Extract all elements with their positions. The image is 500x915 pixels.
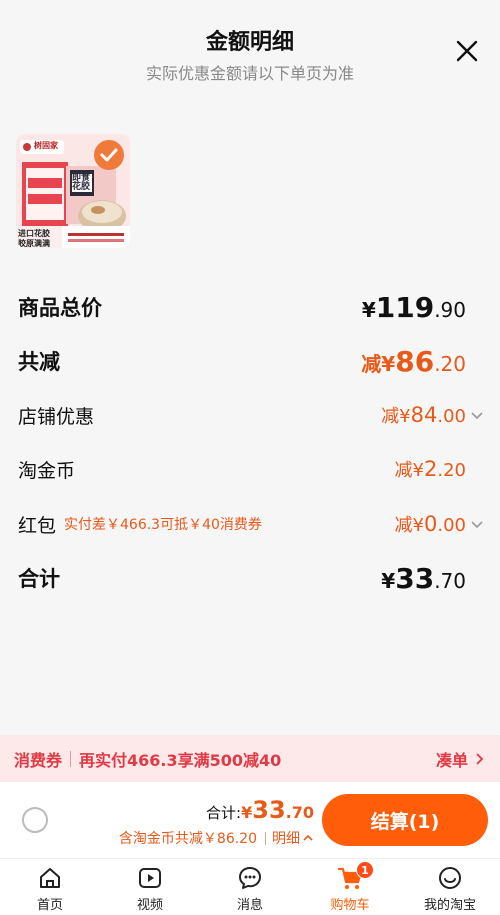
checkout-total-symbol: ¥ xyxy=(241,803,253,822)
detail-divider xyxy=(265,831,266,845)
red-packet-dec: .00 xyxy=(437,515,466,536)
red-packet-label-wrap: 红包 实付差￥466.3可抵￥40消费券 xyxy=(18,511,262,538)
tab-home[interactable]: 首页 xyxy=(0,859,100,915)
selected-check[interactable] xyxy=(94,140,124,170)
tab-cart-label: 购物车 xyxy=(330,898,370,913)
amount-detail-sheet: 金额明细 实际优惠金额请以下单页为准 树固家 即食花胶 进口花胶 胶原满满 商品… xyxy=(0,0,500,735)
add-items-link[interactable]: 凑单 xyxy=(436,747,486,771)
chevron-right-icon xyxy=(476,752,484,765)
checkout-bar: 合计: ¥ 33 .70 含淘金币共减￥86.20 明细 结算(1) xyxy=(0,782,500,858)
store-discount-dec: .00 xyxy=(437,406,466,427)
detail-toggle[interactable]: 明细 xyxy=(265,828,314,848)
total-label: 合计 xyxy=(18,567,60,591)
chevron-down-icon[interactable] xyxy=(470,408,484,422)
total-dec: .70 xyxy=(434,568,466,593)
total-reduce-amount: 减¥ 86 .20 xyxy=(361,345,466,378)
home-icon xyxy=(40,868,60,888)
total-reduce-prefix: 减¥ xyxy=(361,351,396,376)
total-reduce-label: 共减 xyxy=(18,350,60,374)
total-reduce-dec: .20 xyxy=(434,351,466,376)
sheet-subtitle: 实际优惠金额请以下单页为准 xyxy=(145,64,354,83)
product-thumbnail[interactable]: 树固家 即食花胶 进口花胶 胶原满满 xyxy=(16,134,130,248)
total-symbol: ¥ xyxy=(381,568,396,593)
promo-text: 再实付466.3享满500减40 xyxy=(79,750,282,770)
savings-text: 含淘金币共减￥86.20 xyxy=(118,831,257,847)
profile-icon xyxy=(439,867,461,889)
promo-tag: 消费券 xyxy=(14,750,63,770)
row-tao-coin: 淘金币 减¥ 2 .20 xyxy=(18,452,484,486)
total-amount: ¥ 33 .70 xyxy=(381,562,466,595)
tab-cart[interactable]: 1 购物车 xyxy=(300,859,400,915)
store-discount-amount: 减¥ 84 .00 xyxy=(381,402,484,428)
tao-coin-prefix: 减¥ xyxy=(394,460,424,481)
red-packet-note: 实付差￥466.3可抵￥40消费券 xyxy=(64,517,262,533)
tao-coin-int: 2 xyxy=(423,457,438,481)
store-discount-prefix: 减¥ xyxy=(381,406,411,427)
product-badge-line2: 胶原满满 xyxy=(18,239,50,248)
select-all-radio[interactable] xyxy=(22,807,48,833)
product-brand: 树固家 xyxy=(34,141,58,150)
tab-messages-label: 消息 xyxy=(236,898,263,913)
tab-video-label: 视频 xyxy=(136,898,163,913)
check-icon xyxy=(100,148,118,162)
close-icon xyxy=(456,40,478,62)
promo-divider xyxy=(70,750,72,767)
row-total: 合计 ¥ 33 .70 xyxy=(18,561,484,595)
tab-video[interactable]: 视频 xyxy=(100,859,200,915)
sheet-title: 金额明细 xyxy=(205,30,294,55)
tab-home-label: 首页 xyxy=(36,898,63,913)
message-icon xyxy=(239,867,261,889)
subtotal-label: 商品总价 xyxy=(18,296,102,320)
tao-coin-amount: 减¥ 2 .20 xyxy=(395,456,466,482)
checkout-total: 合计: ¥ 33 .70 xyxy=(206,796,314,824)
tao-coin-label: 淘金币 xyxy=(18,459,76,482)
add-items-label: 凑单 xyxy=(435,750,468,770)
checkout-total-label: 合计: xyxy=(206,804,242,822)
subtotal-symbol: ¥ xyxy=(361,297,376,322)
total-int: 33 xyxy=(395,561,435,595)
total-reduce-int: 86 xyxy=(395,344,435,378)
row-total-reduce: 共减 减¥ 86 .20 xyxy=(18,344,484,378)
row-subtotal: 商品总价 ¥ 119 .90 xyxy=(18,290,484,324)
red-packet-label: 红包 xyxy=(18,514,57,537)
subtotal-int: 119 xyxy=(375,290,435,324)
tao-coin-dec: .20 xyxy=(437,460,466,481)
close-button[interactable] xyxy=(454,38,480,64)
product-name-tag: 即食花胶 xyxy=(72,173,91,192)
bottom-tab-bar: 首页 视频 消息 1 购物车 我的淘宝 xyxy=(0,858,500,915)
row-red-packet[interactable]: 红包 实付差￥466.3可抵￥40消费券 减¥ 0 .00 xyxy=(18,507,484,541)
chevron-up-icon xyxy=(303,834,313,841)
tab-profile[interactable]: 我的淘宝 xyxy=(400,859,500,915)
subtotal-dec: .90 xyxy=(434,297,466,322)
red-packet-amount: 减¥ 0 .00 xyxy=(395,511,484,537)
subtotal-amount: ¥ 119 .90 xyxy=(362,291,466,324)
tab-messages[interactable]: 消息 xyxy=(200,859,300,915)
red-packet-prefix: 减¥ xyxy=(394,515,424,536)
checkout-total-int: 33 xyxy=(252,796,286,824)
checkout-total-dec: .70 xyxy=(285,803,314,822)
video-icon xyxy=(139,868,161,888)
cart-badge: 1 xyxy=(356,861,374,879)
red-packet-int: 0 xyxy=(423,512,438,536)
detail-label: 明细 xyxy=(272,831,300,847)
tab-profile-label: 我的淘宝 xyxy=(423,898,476,913)
coupon-promo-bar: 消费券 再实付466.3享满500减40 凑单 xyxy=(0,735,500,782)
checkout-button[interactable]: 结算(1) xyxy=(322,794,488,846)
store-discount-int: 84 xyxy=(410,403,438,427)
store-discount-label: 店铺优惠 xyxy=(18,405,95,428)
checkout-savings: 含淘金币共减￥86.20 明细 xyxy=(119,828,314,848)
row-store-discount[interactable]: 店铺优惠 减¥ 84 .00 xyxy=(18,398,484,432)
chevron-down-icon[interactable] xyxy=(470,517,484,531)
